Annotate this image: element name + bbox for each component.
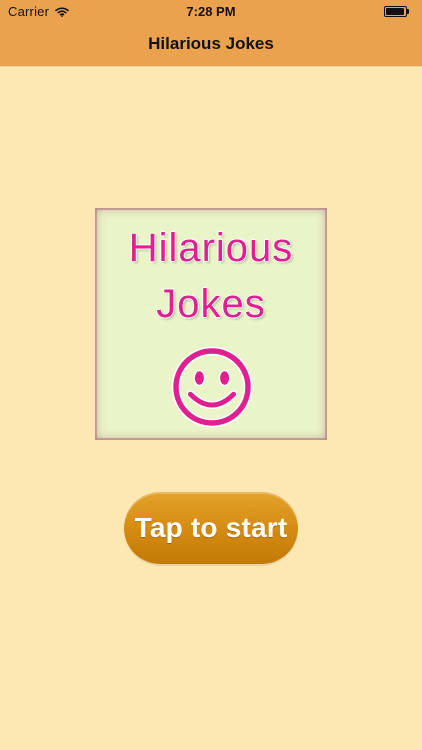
battery-icon <box>384 6 412 18</box>
page-title: Hilarious Jokes <box>148 34 274 53</box>
logo-text-line-2: Jokes <box>156 282 266 326</box>
status-time: 7:28 PM <box>186 4 236 19</box>
app-logo-card: Hilarious Jokes <box>95 208 327 440</box>
status-bar: Carrier 7:28 PM <box>0 0 422 22</box>
top-bar: Carrier 7:28 PM Hilarious Jokes <box>0 0 422 66</box>
smiley-face-icon <box>171 346 253 428</box>
logo-text-line-1: Hilarious <box>128 226 294 270</box>
battery-nub <box>407 9 409 14</box>
tap-to-start-button[interactable]: Tap to start <box>124 492 298 564</box>
carrier-indicator: Carrier <box>8 4 69 19</box>
battery-fill <box>386 8 404 15</box>
wifi-icon <box>55 6 69 17</box>
app-screen: Carrier 7:28 PM Hilarious Jokes Hilariou… <box>0 0 422 750</box>
carrier-label: Carrier <box>8 4 50 19</box>
